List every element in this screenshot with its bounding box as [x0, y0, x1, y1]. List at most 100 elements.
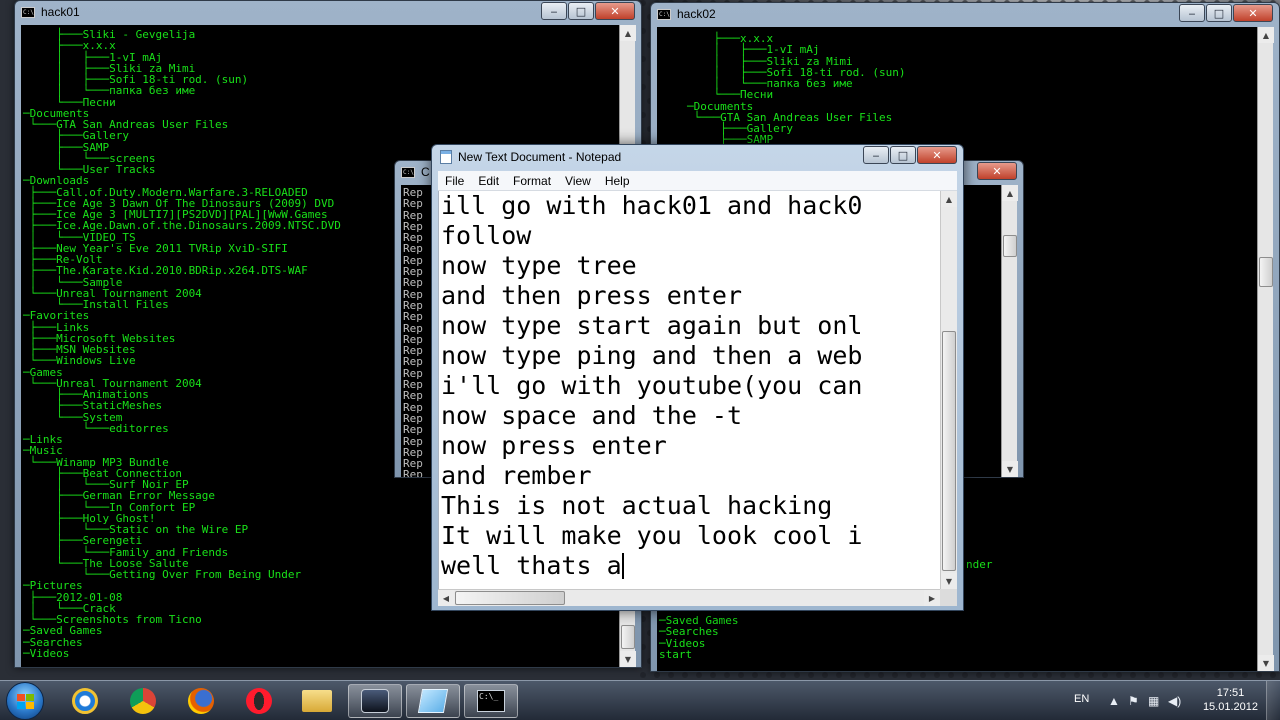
- text-line: now type ping and then a web: [441, 341, 863, 370]
- scroll-left-arrow-icon[interactable]: ◀: [438, 590, 454, 606]
- scroll-thumb[interactable]: [1003, 235, 1017, 257]
- minimize-button[interactable]: ‒: [863, 146, 889, 164]
- notepad-title: New Text Document - Notepad: [458, 150, 622, 164]
- opera-icon: [246, 688, 272, 714]
- taskbar-firefox[interactable]: [174, 684, 228, 718]
- game-app-icon: [361, 689, 389, 713]
- scroll-down-arrow-icon[interactable]: ▼: [1258, 655, 1274, 671]
- tree-line: │ └───папка без име: [23, 84, 196, 98]
- minimize-button[interactable]: ‒: [1179, 4, 1205, 22]
- scroll-up-arrow-icon[interactable]: ▲: [620, 25, 636, 41]
- notepad-icon: [440, 150, 452, 164]
- taskbar: C:\_ EN ▲ ⚑ ▦ ◀) 17:51 15.01.2012: [0, 680, 1280, 720]
- scroll-thumb[interactable]: [942, 331, 956, 571]
- scroll-thumb[interactable]: [621, 625, 635, 649]
- maximize-button[interactable]: □: [1206, 4, 1232, 22]
- horizontal-scrollbar[interactable]: ◀ ▶: [438, 589, 940, 606]
- action-center-flag-icon[interactable]: ⚑: [1128, 694, 1139, 708]
- taskbar-chrome[interactable]: [116, 684, 170, 718]
- tree-output-bottom: ─Saved Games ─Searches ─Videos start: [657, 615, 738, 660]
- close-button[interactable]: ✕: [977, 162, 1017, 180]
- tree-line: ─Searches: [23, 635, 83, 649]
- text-line: and then press enter: [441, 281, 743, 310]
- menu-edit[interactable]: Edit: [471, 174, 506, 188]
- internet-explorer-icon: [72, 688, 98, 714]
- text-line: It will make you look cool i: [441, 521, 863, 550]
- maximize-button[interactable]: □: [568, 2, 594, 20]
- scroll-down-arrow-icon[interactable]: ▼: [620, 651, 636, 667]
- text-line: now press enter: [441, 431, 667, 460]
- clock[interactable]: 17:51 15.01.2012: [1203, 686, 1258, 714]
- clock-time: 17:51: [1216, 687, 1245, 699]
- language-indicator[interactable]: EN: [1074, 693, 1089, 705]
- scroll-up-arrow-icon[interactable]: ▲: [1002, 185, 1018, 201]
- scroll-down-arrow-icon[interactable]: ▼: [941, 573, 957, 589]
- text-line: i'll go with youtube(you can: [441, 371, 863, 400]
- text-caret: [621, 553, 624, 579]
- text-line: and rember: [441, 461, 592, 490]
- console-icon: C:\: [401, 166, 415, 178]
- show-hidden-icons-icon[interactable]: ▲: [1108, 694, 1120, 708]
- taskbar-opera[interactable]: [232, 684, 286, 718]
- tree-line: │ ├───1-vI mAj: [687, 43, 820, 57]
- menu-format[interactable]: Format: [506, 174, 558, 188]
- tree-line: └───Песни: [687, 88, 774, 102]
- maximize-button[interactable]: □: [890, 146, 916, 164]
- notepad-window[interactable]: New Text Document - Notepad ‒ □ ✕ File E…: [431, 144, 964, 611]
- cmd-title: C: [421, 165, 430, 179]
- taskbar-notepad[interactable]: [406, 684, 460, 718]
- tree-line: ─Saved Games: [23, 624, 103, 638]
- folder-icon: [302, 690, 332, 712]
- windows-logo-icon: [16, 693, 34, 709]
- text-editor-area[interactable]: ill go with hack01 and hack0 follow now ty…: [438, 191, 940, 589]
- tree-line: ├───Gallery: [23, 129, 129, 143]
- text-line: ill go with hack01 and hack0: [441, 191, 863, 220]
- notepad-app-icon: [417, 689, 449, 713]
- scroll-right-arrow-icon[interactable]: ▶: [924, 590, 940, 606]
- close-button[interactable]: ✕: [1233, 4, 1273, 22]
- cmd-title: hack02: [677, 7, 716, 21]
- menu-file[interactable]: File: [438, 174, 471, 188]
- taskbar-game-app[interactable]: [348, 684, 402, 718]
- scroll-thumb[interactable]: [1259, 257, 1273, 287]
- minimize-button[interactable]: ‒: [541, 2, 567, 20]
- close-button[interactable]: ✕: [917, 146, 957, 164]
- command-prompt-icon: C:\_: [477, 690, 505, 712]
- console-fragment: nder: [966, 558, 993, 571]
- text-line: now space and the -t: [441, 401, 743, 430]
- vertical-scrollbar[interactable]: ▲ ▼: [1001, 185, 1018, 477]
- tree-line: ├───x.x.x: [23, 39, 116, 53]
- firefox-icon: [188, 688, 214, 714]
- menu-bar: File Edit Format View Help: [438, 171, 957, 191]
- vertical-scrollbar[interactable]: ▲ ▼: [940, 191, 957, 589]
- start-button[interactable]: [6, 682, 44, 720]
- vertical-scrollbar[interactable]: ▲ ▼: [1257, 27, 1274, 671]
- tree-line: ─Searches: [659, 625, 719, 639]
- clock-date: 15.01.2012: [1202, 701, 1258, 713]
- tree-line: start: [659, 647, 693, 661]
- taskbar-internet-explorer[interactable]: [58, 684, 112, 718]
- cmd-title: hack01: [41, 5, 80, 19]
- chrome-icon: [130, 688, 156, 714]
- close-button[interactable]: ✕: [595, 2, 635, 20]
- scroll-up-arrow-icon[interactable]: ▲: [1258, 27, 1274, 43]
- network-icon[interactable]: ▦: [1148, 694, 1159, 708]
- resize-grip[interactable]: [940, 589, 957, 606]
- system-tray: EN ▲ ⚑ ▦ ◀) 17:51 15.01.2012: [1070, 681, 1280, 720]
- taskbar-command-prompt[interactable]: C:\_: [464, 684, 518, 718]
- scroll-thumb[interactable]: [455, 591, 565, 605]
- tree-line: ─Videos: [23, 646, 70, 660]
- text-line: This is not actual hacking: [441, 491, 833, 520]
- show-desktop-button[interactable]: [1266, 681, 1280, 720]
- tree-line: └───Песни: [23, 95, 116, 109]
- volume-icon[interactable]: ◀): [1168, 694, 1181, 708]
- menu-view[interactable]: View: [558, 174, 598, 188]
- text-line: now type start again but onl: [441, 311, 863, 340]
- taskbar-windows-explorer[interactable]: [290, 684, 344, 718]
- tree-output-top: ├───x.x.x │ ├───1-vI mAj │ ├───Sliki za …: [657, 27, 1257, 146]
- console-icon: C:\: [657, 8, 671, 20]
- scroll-up-arrow-icon[interactable]: ▲: [941, 191, 957, 207]
- menu-help[interactable]: Help: [598, 174, 637, 188]
- text-line: well thats a: [441, 551, 624, 580]
- scroll-down-arrow-icon[interactable]: ▼: [1002, 461, 1018, 477]
